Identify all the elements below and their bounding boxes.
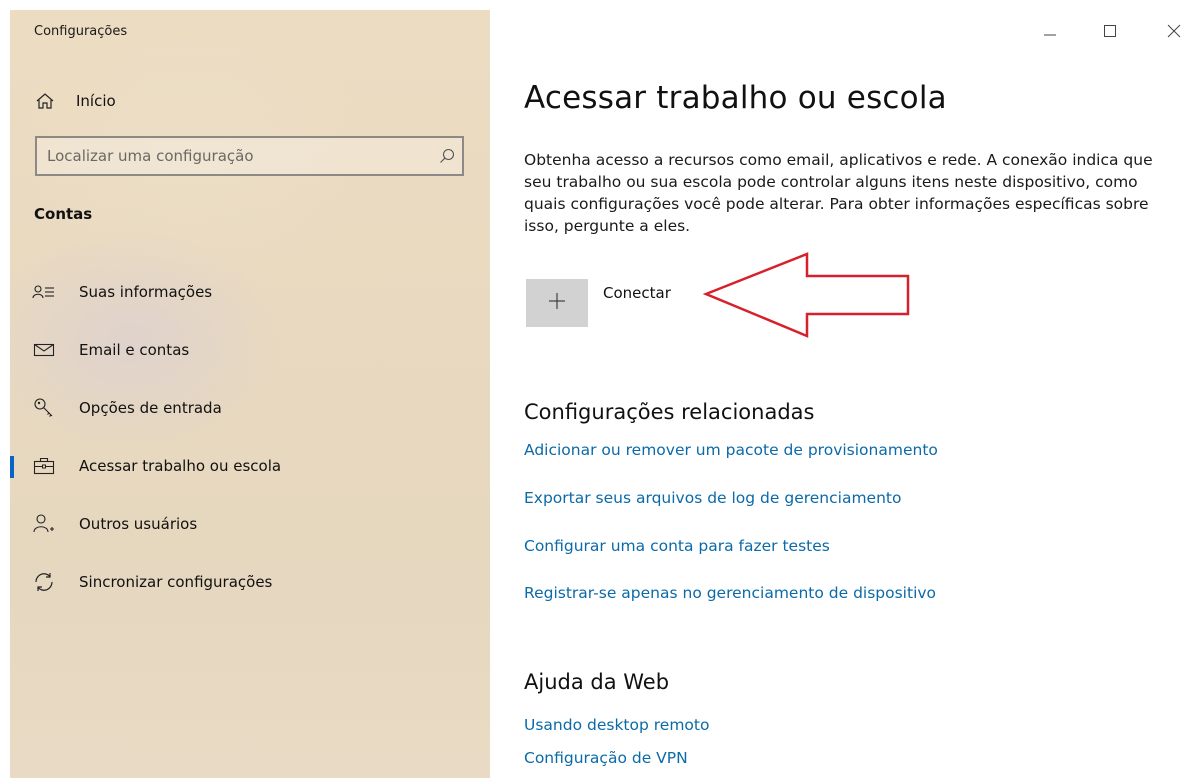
plus-icon <box>547 291 567 315</box>
sync-icon <box>32 570 56 594</box>
sidebar: Configurações Início Contas <box>10 10 490 778</box>
close-button[interactable] <box>1162 20 1186 44</box>
search-input[interactable] <box>37 138 432 174</box>
sidebar-item-outros-usuarios[interactable]: Outros usuários <box>10 504 490 544</box>
search-box[interactable] <box>35 136 464 176</box>
link-conta-testes[interactable]: Configurar uma conta para fazer testes <box>524 537 830 555</box>
sidebar-item-acessar-trabalho[interactable]: Acessar trabalho ou escola <box>10 446 490 486</box>
sidebar-item-email-contas[interactable]: Email e contas <box>10 330 490 370</box>
search-icon[interactable] <box>432 147 462 165</box>
briefcase-icon <box>32 454 56 478</box>
key-icon <box>32 396 56 420</box>
sidebar-item-label: Email e contas <box>79 341 190 359</box>
sidebar-item-label: Outros usuários <box>79 515 198 533</box>
maximize-button[interactable] <box>1098 20 1122 44</box>
related-settings-heading: Configurações relacionadas <box>524 400 815 424</box>
app-title: Configurações <box>34 24 128 39</box>
link-pacote-provisionamento[interactable]: Adicionar ou remover um pacote de provis… <box>524 441 938 459</box>
mail-icon <box>32 338 56 362</box>
minimize-icon <box>1043 23 1057 42</box>
add-person-icon <box>32 512 56 536</box>
connect-button[interactable] <box>526 279 588 327</box>
page-description: Obtenha acesso a recursos como email, ap… <box>524 151 1153 235</box>
maximize-icon <box>1103 23 1117 42</box>
user-info-icon <box>32 280 56 304</box>
annotation-arrow-icon <box>702 252 910 338</box>
nav-home[interactable]: Início <box>34 90 116 112</box>
sidebar-item-label: Acessar trabalho ou escola <box>79 457 282 475</box>
web-help-heading: Ajuda da Web <box>524 670 670 694</box>
link-exportar-log[interactable]: Exportar seus arquivos de log de gerenci… <box>524 489 901 507</box>
home-icon <box>34 90 56 112</box>
sidebar-item-opcoes-entrada[interactable]: Opções de entrada <box>10 388 490 428</box>
connect-label[interactable]: Conectar <box>603 284 671 302</box>
sidebar-item-label: Suas informações <box>79 283 213 301</box>
sidebar-item-suas-informacoes[interactable]: Suas informações <box>10 272 490 312</box>
sidebar-item-label: Sincronizar configurações <box>79 573 273 591</box>
nav-home-label: Início <box>76 92 116 110</box>
link-registrar-gerenciamento[interactable]: Registrar-se apenas no gerenciamento de … <box>524 584 936 602</box>
close-icon <box>1167 23 1181 42</box>
link-desktop-remoto[interactable]: Usando desktop remoto <box>524 716 709 734</box>
link-vpn[interactable]: Configuração de VPN <box>524 749 688 767</box>
sidebar-item-label: Opções de entrada <box>79 399 222 417</box>
sidebar-item-sincronizar[interactable]: Sincronizar configurações <box>10 562 490 602</box>
minimize-button[interactable] <box>1038 20 1062 44</box>
section-title: Contas <box>34 205 93 223</box>
page-title: Acessar trabalho ou escola <box>524 80 947 116</box>
